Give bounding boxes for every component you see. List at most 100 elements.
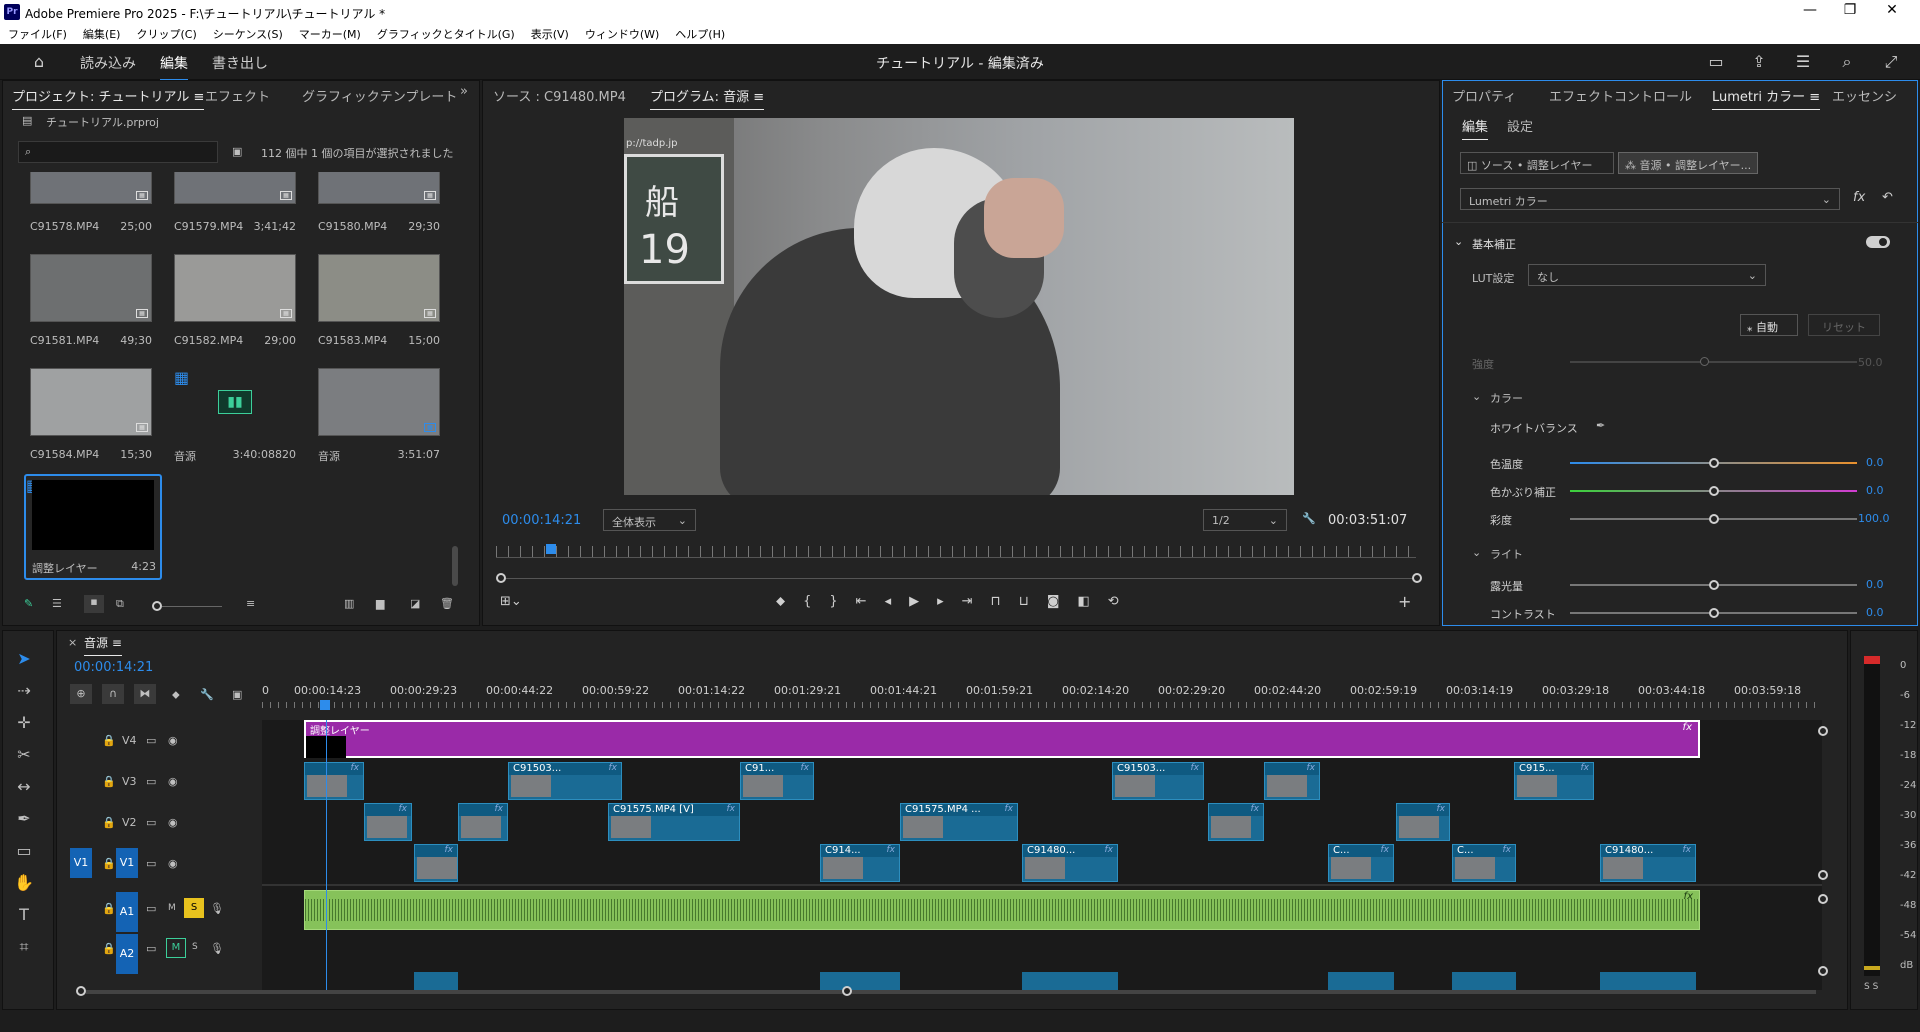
ripple-edit-tool-icon[interactable]: ✛ bbox=[10, 710, 38, 736]
sync-lock-icon[interactable]: ▭ bbox=[146, 775, 156, 788]
sort-icon[interactable]: ≡ bbox=[246, 597, 255, 610]
menu-window[interactable]: ウィンドウ(W) bbox=[577, 26, 667, 44]
video-clip[interactable]: C91503... fx bbox=[1112, 762, 1204, 800]
track-select-tool-icon[interactable]: ⇢ bbox=[10, 678, 38, 704]
video-clip[interactable]: C91503... fx bbox=[508, 762, 622, 800]
snap-icon[interactable]: ∩ bbox=[102, 684, 124, 704]
icon-view-icon[interactable]: ▪ bbox=[84, 595, 104, 613]
minimize-button[interactable]: — bbox=[1790, 2, 1830, 18]
tab-effects[interactable]: エフェクト bbox=[205, 86, 270, 105]
captions-icon[interactable]: ▣ bbox=[232, 688, 242, 701]
clip-thumbnail[interactable]: ▦ bbox=[30, 254, 152, 322]
tab-graphic-templates[interactable]: グラフィックテンプレート bbox=[302, 86, 457, 105]
temp-value[interactable]: 0.0 bbox=[1866, 456, 1884, 469]
lock-icon[interactable]: 🔒 bbox=[102, 734, 116, 747]
quick-export-icon[interactable]: ▭ bbox=[1705, 52, 1727, 71]
lift-icon[interactable]: ⊓ bbox=[991, 594, 1019, 609]
navigator-end-handle[interactable] bbox=[1412, 573, 1422, 583]
compare-icon[interactable]: ◧ bbox=[1077, 594, 1107, 609]
video-clip[interactable]: C91480... fx bbox=[1600, 844, 1696, 882]
audio-clip-a2[interactable] bbox=[820, 972, 900, 990]
audio-clip[interactable]: fx bbox=[304, 890, 1700, 930]
video-clip[interactable]: fx bbox=[1208, 803, 1264, 841]
program-playhead[interactable] bbox=[546, 544, 557, 554]
workspace-edit[interactable]: 編集 bbox=[160, 53, 188, 81]
sync-lock-icon[interactable]: ▭ bbox=[146, 942, 156, 955]
go-to-out-icon[interactable]: ⇥ bbox=[962, 594, 991, 609]
mark-in-icon[interactable]: { bbox=[803, 594, 829, 609]
section-color[interactable]: カラー bbox=[1490, 390, 1523, 406]
mark-out-icon[interactable]: } bbox=[829, 594, 855, 609]
solo-button[interactable]: S bbox=[184, 898, 204, 918]
camera-icon[interactable]: ◙ bbox=[1047, 594, 1078, 609]
navigator-start-handle[interactable] bbox=[496, 573, 506, 583]
wrench-icon[interactable]: 🔧 bbox=[1302, 512, 1316, 525]
selection-tool-icon[interactable]: ➤ bbox=[10, 646, 38, 672]
menu-edit[interactable]: 編集(E) bbox=[75, 26, 129, 44]
audio-clip-a2[interactable] bbox=[1022, 972, 1118, 990]
workspaces-icon[interactable]: ☰ bbox=[1792, 52, 1814, 71]
add-marker-icon[interactable]: ⬥ bbox=[172, 688, 180, 702]
bin-scrollbar[interactable] bbox=[452, 546, 458, 586]
video-clip[interactable]: fx bbox=[304, 762, 364, 800]
target-adjustment-button[interactable]: ⁂ 音源 • 調整レイヤー... bbox=[1618, 152, 1758, 174]
section-light[interactable]: ライト bbox=[1490, 546, 1523, 562]
linked-selection-icon[interactable]: ⧓ bbox=[134, 684, 156, 704]
clip-thumbnail[interactable]: ▦ bbox=[30, 368, 152, 436]
section-toggle[interactable] bbox=[1866, 236, 1890, 248]
tint-knob[interactable] bbox=[1709, 486, 1719, 496]
sequence-thumbnail[interactable]: ▦ bbox=[318, 368, 440, 436]
horizontal-scrollbar[interactable] bbox=[86, 990, 1816, 994]
eye-icon[interactable]: ◉ bbox=[168, 857, 178, 870]
nest-toggle-icon[interactable]: ⊕ bbox=[70, 684, 92, 704]
clip-thumbnail[interactable]: ▦ bbox=[30, 172, 152, 204]
sync-lock-icon[interactable]: ▭ bbox=[146, 816, 156, 829]
exposure-value[interactable]: 0.0 bbox=[1866, 578, 1884, 591]
chevron-down-icon[interactable]: ⌄ bbox=[1472, 546, 1481, 559]
vertical-scroll-handle[interactable] bbox=[1818, 870, 1828, 880]
settings-icon[interactable]: ⊞⌄ bbox=[500, 594, 522, 609]
tab-project[interactable]: プロジェクト: チュートリアル ≡ bbox=[12, 86, 205, 110]
video-clip[interactable]: fx bbox=[414, 844, 458, 882]
vertical-scroll-handle[interactable] bbox=[1818, 726, 1828, 736]
video-frame[interactable]: 船 19 p://tadp.jp bbox=[624, 118, 1294, 495]
marker-icon[interactable]: ⬥ bbox=[776, 594, 803, 609]
trash-icon[interactable]: 🗑 bbox=[440, 597, 454, 610]
lut-dropdown[interactable]: なし ⌄ bbox=[1528, 264, 1766, 286]
audio-clip-a2[interactable] bbox=[1600, 972, 1696, 990]
tab-sequence[interactable]: 音源 ≡ bbox=[84, 634, 122, 656]
tab-effect-controls[interactable]: エフェクトコントロール bbox=[1549, 86, 1692, 105]
sync-lock-icon[interactable]: ▭ bbox=[146, 902, 156, 915]
mute-button-active[interactable]: M bbox=[166, 938, 186, 958]
slip-tool-icon[interactable]: ↔ bbox=[10, 774, 38, 800]
menu-file[interactable]: ファイル(F) bbox=[0, 26, 75, 44]
video-clip[interactable]: C91... fx bbox=[740, 762, 814, 800]
new-bin-icon[interactable]: ▣ bbox=[232, 145, 242, 158]
track-label-a1[interactable]: A1 bbox=[116, 892, 138, 932]
source-patch-v1[interactable]: V1 bbox=[70, 848, 92, 878]
fx-toggle-icon[interactable]: fx bbox=[1853, 190, 1865, 205]
clip-thumbnail[interactable]: ▦ bbox=[318, 172, 440, 204]
razor-tool-icon[interactable]: ✂ bbox=[10, 742, 38, 768]
tab-source[interactable]: ソース : C91480.MP4 bbox=[493, 86, 626, 105]
lock-icon[interactable]: 🔒 bbox=[102, 857, 116, 870]
adjustment-layer-clip[interactable]: 調整レイヤー fx bbox=[304, 720, 1700, 758]
audio-scroll-handle[interactable] bbox=[1818, 966, 1828, 976]
list-view-icon[interactable]: ☰ bbox=[52, 597, 62, 610]
video-clip[interactable]: C91480... fx bbox=[1022, 844, 1118, 882]
audio-clip-a2[interactable] bbox=[1452, 972, 1516, 990]
clip-thumbnail[interactable]: ▦ bbox=[174, 172, 296, 204]
tab-properties[interactable]: プロパティ bbox=[1452, 86, 1516, 105]
video-clip[interactable]: fx bbox=[1264, 762, 1320, 800]
zoom-end-handle[interactable] bbox=[842, 986, 852, 996]
extract-icon[interactable]: ⊔ bbox=[1019, 594, 1047, 609]
fullscreen-icon[interactable]: ⤢ bbox=[1880, 52, 1902, 72]
mic-icon[interactable]: 🎙 bbox=[210, 942, 224, 955]
contrast-value[interactable]: 0.0 bbox=[1866, 606, 1884, 619]
workspace-export[interactable]: 書き出し bbox=[212, 53, 268, 73]
track-label-v1[interactable]: V1 bbox=[116, 848, 138, 878]
menu-clip[interactable]: クリップ(C) bbox=[128, 26, 204, 44]
menu-help[interactable]: ヘルプ(H) bbox=[667, 26, 733, 44]
lock-icon[interactable]: 🔒 bbox=[102, 816, 116, 829]
menu-graphics[interactable]: グラフィックとタイトル(G) bbox=[369, 26, 523, 44]
